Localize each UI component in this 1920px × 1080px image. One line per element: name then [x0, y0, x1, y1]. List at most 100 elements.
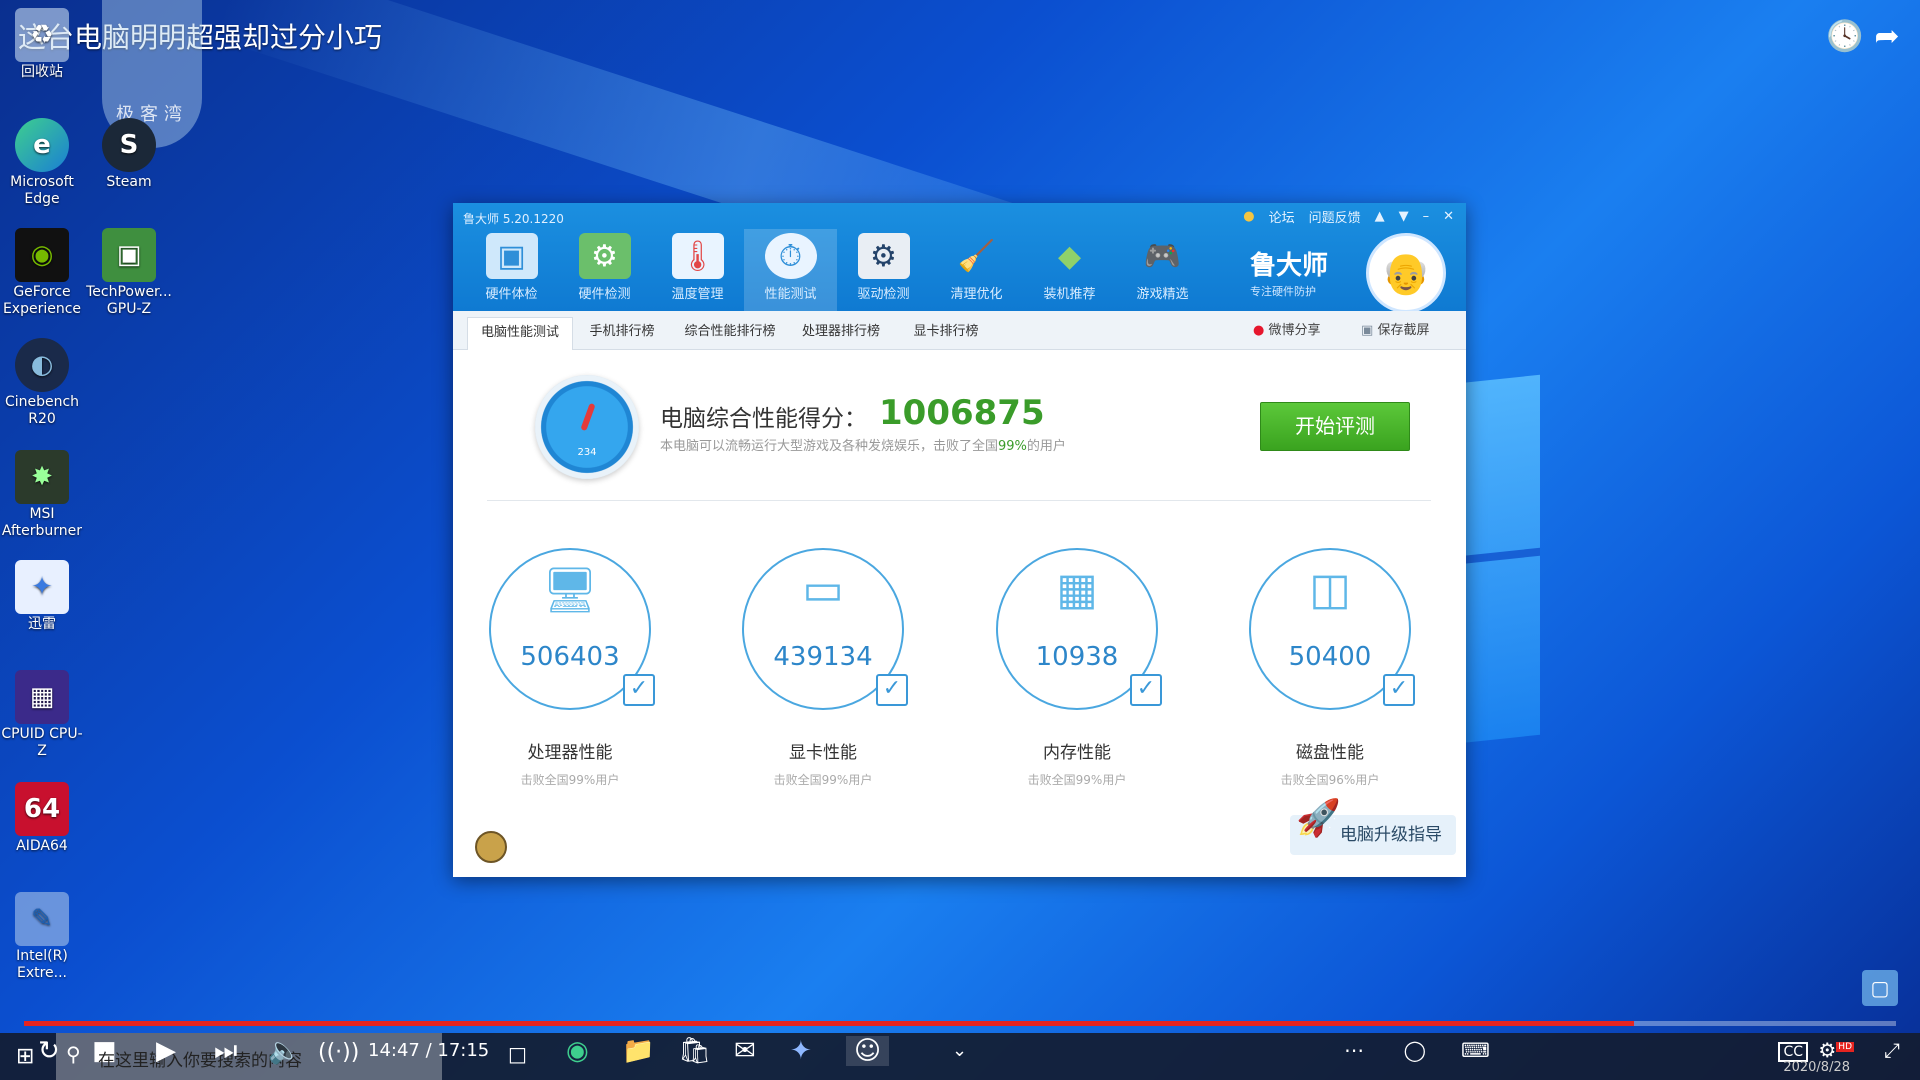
metric-cpu[interactable]: 🖥 506403 ✓ 处理器性能 击败全国99%用户: [485, 548, 655, 788]
desktop-icon-cpu-z[interactable]: ▦ CPUID CPU-Z: [0, 670, 87, 760]
progress-played: [24, 1021, 1634, 1026]
weibo-icon: ●: [1253, 323, 1265, 338]
desktop-icon-geforce[interactable]: ◉ GeForce Experience: [0, 228, 87, 318]
tab-overall-ranking[interactable]: 综合性能排行榜: [675, 317, 785, 349]
memory-checkbox[interactable]: ✓: [1130, 674, 1162, 706]
hardware-check-icon: ▣: [485, 233, 538, 279]
metric-gpu[interactable]: ▭ 439134 ✓ 显卡性能 击败全国99%用户: [738, 548, 908, 788]
forum-link[interactable]: 论坛: [1269, 207, 1295, 226]
next-icon[interactable]: ⏭: [214, 1036, 237, 1067]
minimize-button[interactable]: –: [1423, 209, 1430, 224]
video-progress-bar[interactable]: [24, 1021, 1896, 1026]
metric-memory[interactable]: ▦ 10938 ✓ 内存性能 击败全国99%用户: [992, 548, 1162, 788]
desktop-icon-xunlei[interactable]: ✦ 迅雷: [0, 560, 87, 633]
more-options-icon[interactable]: ⋯: [1344, 1038, 1364, 1062]
desktop-icon-gpu-z[interactable]: ▣ TechPower... GPU-Z: [84, 228, 174, 318]
cpu-z-icon: ▦: [15, 670, 69, 724]
desktop-icon-aida64[interactable]: 64 AIDA64: [0, 782, 87, 855]
overlay-badge-icon[interactable]: ▢: [1862, 970, 1898, 1006]
nav-performance-test[interactable]: ⏱ 性能测试: [744, 229, 837, 311]
intel-xtu-icon: ✎: [15, 892, 69, 946]
search-icon[interactable]: ⚲: [66, 1042, 81, 1066]
gpu-score: 439134: [773, 642, 873, 672]
desktop-icon-cinebench[interactable]: ◐ Cinebench R20: [0, 338, 87, 428]
score-description: 本电脑可以流畅运行大型游戏及各种发烧娱乐，击败了全国99%的用户: [660, 439, 1066, 454]
recycle-bin-icon: ♻: [15, 8, 69, 62]
performance-gauge-icon: 234: [535, 375, 639, 479]
user-avatar[interactable]: [475, 831, 507, 863]
desktop-icon-steam[interactable]: S Steam: [84, 118, 174, 191]
feedback-link[interactable]: 问题反馈: [1309, 207, 1361, 226]
save-screenshot[interactable]: ▣ 保存截屏: [1361, 319, 1429, 338]
volume-icon[interactable]: 🔈: [268, 1036, 300, 1066]
sub-tab-bar: 电脑性能测试 手机排行榜 综合性能排行榜 处理器排行榜 显卡排行榜 ● 微博分享…: [453, 311, 1466, 350]
main-nav: ▣ 硬件体检 ⚙ 硬件检测 🌡 温度管理 ⏱ 性能测试 ⚙ 驱动检测 🧹 清理优: [465, 229, 1209, 311]
close-button[interactable]: ✕: [1443, 209, 1454, 224]
clock-icon[interactable]: 🕓: [1826, 20, 1863, 54]
store-icon[interactable]: 🛍: [678, 1036, 711, 1066]
medal-icon[interactable]: ●: [1243, 209, 1254, 224]
broadcast-icon[interactable]: ((·)): [318, 1040, 359, 1065]
upgrade-guide-button[interactable]: 🚀 电脑升级指导: [1290, 799, 1456, 855]
gpu-z-icon: ▣: [102, 228, 156, 282]
task-view-icon[interactable]: □: [508, 1042, 527, 1066]
disk-checkbox[interactable]: ✓: [1383, 674, 1415, 706]
tab-gpu-ranking[interactable]: 显卡排行榜: [899, 317, 993, 349]
captions-icon[interactable]: CC: [1778, 1042, 1808, 1062]
skin-icon[interactable]: ▲: [1375, 209, 1385, 224]
taskbar-date: 2020/8/28: [1783, 1060, 1850, 1075]
title-toolbar: ● 论坛 问题反馈 ▲ ▼ – ✕: [1243, 207, 1454, 226]
desktop-icon-edge[interactable]: e Microsoft Edge: [0, 118, 87, 208]
ludashi-taskbar-icon[interactable]: ☺: [846, 1036, 890, 1066]
speedometer-icon: ⏱: [764, 233, 817, 279]
disk-score: 50400: [1288, 642, 1372, 672]
settings-hd-icon[interactable]: ⚙ HD: [1818, 1038, 1854, 1062]
autoplay-toggle-icon[interactable]: ◯: [1404, 1038, 1426, 1062]
folder-icon[interactable]: 📁: [622, 1036, 654, 1066]
mail-icon[interactable]: ✉: [734, 1036, 756, 1066]
desktop-icon-recycle-bin[interactable]: ♻ 回收站: [0, 8, 87, 81]
start-benchmark-button[interactable]: 开始评测: [1260, 402, 1410, 451]
nav-driver-detect[interactable]: ⚙ 驱动检测: [837, 229, 930, 311]
hardware-detect-icon: ⚙: [578, 233, 631, 279]
nav-hardware-check[interactable]: ▣ 硬件体检: [465, 229, 558, 311]
weibo-share[interactable]: ● 微博分享: [1253, 319, 1321, 338]
gpu-checkbox[interactable]: ✓: [876, 674, 908, 706]
tab-cpu-ranking[interactable]: 处理器排行榜: [789, 317, 893, 349]
nav-clean-optimize[interactable]: 🧹 清理优化: [930, 229, 1023, 311]
ludashi-window: 鲁大师 5.20.1220 ● 论坛 问题反馈 ▲ ▼ – ✕ ▣ 硬件体检 ⚙…: [453, 203, 1466, 877]
share-icon[interactable]: ➦: [1870, 20, 1904, 54]
xunlei-icon: ✦: [15, 560, 69, 614]
monitor-cpu-icon: 🖥: [542, 565, 598, 616]
total-score: 1006875: [879, 393, 1045, 433]
cinebench-icon: ◐: [15, 338, 69, 392]
brand-slogan: 专注硬件防护: [1250, 285, 1316, 298]
cpu-checkbox[interactable]: ✓: [623, 674, 655, 706]
nav-hardware-detect[interactable]: ⚙ 硬件检测: [558, 229, 651, 311]
divider: [487, 500, 1431, 501]
cpu-score: 506403: [520, 642, 620, 672]
play-icon[interactable]: ▶: [156, 1036, 176, 1066]
tab-phone-ranking[interactable]: 手机排行榜: [573, 317, 671, 349]
desktop-icon-afterburner[interactable]: ✸ MSI Afterburner: [0, 450, 87, 540]
windows-start-icon[interactable]: ⊞: [16, 1044, 34, 1069]
tab-pc-performance[interactable]: 电脑性能测试: [467, 317, 573, 350]
mascot-avatar[interactable]: 👴: [1366, 233, 1446, 313]
app-title: 鲁大师 5.20.1220: [463, 212, 564, 226]
steam-icon: S: [102, 118, 156, 172]
metric-disk[interactable]: ◫ 50400 ✓ 磁盘性能 击败全国96%用户: [1245, 548, 1415, 788]
nav-game-picks[interactable]: 🎮 游戏精选: [1116, 229, 1209, 311]
menu-icon[interactable]: ▼: [1399, 209, 1409, 224]
nav-build-recommend[interactable]: ◆ 装机推荐: [1023, 229, 1116, 311]
xunlei-taskbar-icon[interactable]: ✦: [790, 1036, 812, 1066]
fullscreen-exit-icon[interactable]: ⤢: [1884, 1038, 1900, 1062]
loop-icon[interactable]: ↻: [38, 1036, 60, 1066]
edge-taskbar-icon[interactable]: ◉: [566, 1036, 589, 1066]
brand-area: 鲁大师 专注硬件防护 👴: [1246, 229, 1446, 313]
nav-temperature[interactable]: 🌡 温度管理: [651, 229, 744, 311]
chevron-down-icon[interactable]: ⌄: [952, 1040, 967, 1061]
desktop-icon-intel-xtu[interactable]: ✎ Intel(R) Extre...: [0, 892, 87, 982]
camera-icon: ▣: [1361, 323, 1374, 338]
keyboard-icon[interactable]: ⌨: [1461, 1038, 1490, 1062]
rocket-icon: 🚀: [1296, 798, 1341, 839]
